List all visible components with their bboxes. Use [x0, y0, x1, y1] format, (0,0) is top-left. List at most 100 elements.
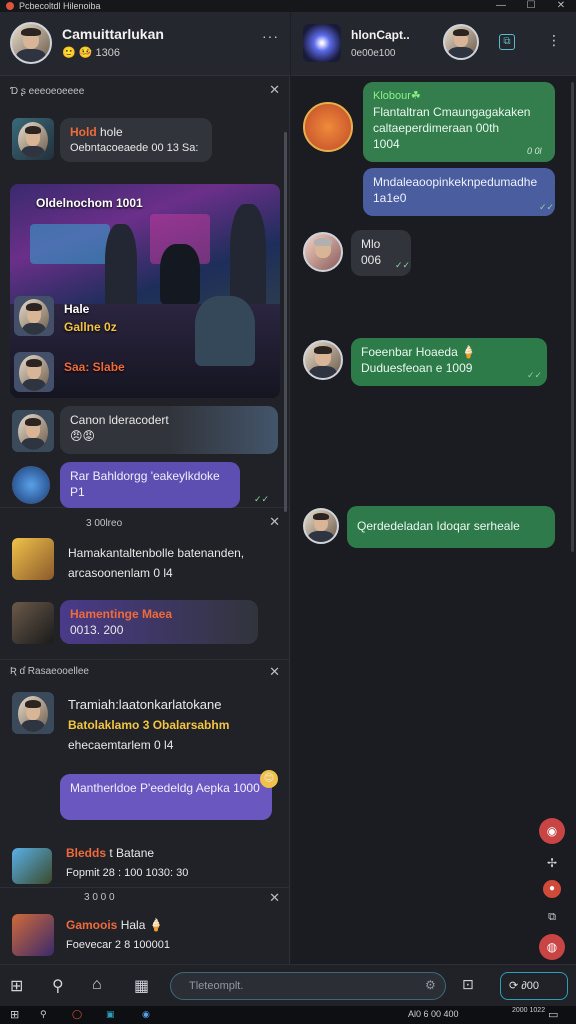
- record-icon[interactable]: ◉: [539, 818, 565, 844]
- message-text: 1004: [373, 137, 400, 151]
- attach-icon[interactable]: ⊡: [462, 976, 474, 993]
- close-icon[interactable]: ✕: [269, 664, 280, 680]
- sender-avatar[interactable]: [303, 232, 343, 272]
- message-text: Mantherldoe P'eedeldg Aepka 1000: [70, 781, 260, 795]
- message-text: Flantaltran Cmaungagakaken: [373, 105, 531, 119]
- read-receipt-icon: ✓✓: [527, 370, 543, 380]
- message-title: hole: [96, 125, 123, 139]
- chat-group-4: 3 0 0 0 ✕ Gamoois Hala 🍦 Foevecar 2 8 10…: [0, 888, 290, 964]
- media-row-name: Hale: [64, 302, 90, 316]
- group-title: 3 00lreo: [86, 518, 123, 529]
- start-icon[interactable]: ⊞: [10, 1008, 19, 1021]
- app-window: Pcbecoltdl Hilenoiba — ☐ ✕ Camuittarluka…: [0, 0, 576, 1024]
- home-icon[interactable]: ⌂: [92, 976, 102, 994]
- grid-icon[interactable]: ⊞: [10, 976, 23, 996]
- media-row-sub: Gallne 0z: [64, 320, 117, 334]
- search-icon[interactable]: ⚲: [52, 976, 64, 996]
- message-text: Oebntacoeaede 00 13 Sa:: [70, 142, 199, 154]
- close-icon[interactable]: ✕: [269, 82, 280, 98]
- settings-icon[interactable]: ⚙: [425, 978, 436, 992]
- contact-avatar[interactable]: [443, 24, 479, 60]
- avatar[interactable]: [12, 410, 54, 452]
- chat-group-3: Ʀ ɗ Rasaeooellee ✕ Tramiah:laatonkarlato…: [0, 660, 290, 888]
- scrollbar[interactable]: [571, 82, 574, 552]
- more-menu-icon[interactable]: ···: [262, 28, 279, 44]
- scrollbar[interactable]: [284, 132, 287, 512]
- message-text: Canon lderacodert: [70, 413, 169, 427]
- close-icon[interactable]: ✕: [269, 514, 280, 530]
- message-text: Foevecar 2 8 100001: [66, 939, 170, 951]
- media-caption: Oldelnochom 1001: [36, 196, 143, 210]
- message-bubble[interactable]: Hamentinge Maea 0013. 200: [60, 600, 258, 644]
- avatar[interactable]: [12, 602, 54, 644]
- group-title: Ʀ ɗ Rasaeooellee: [10, 666, 89, 677]
- profile-avatar[interactable]: [10, 22, 52, 64]
- avatar[interactable]: [12, 914, 54, 956]
- message-bubble[interactable]: Mndaleaoopinkeknpedumadhe 1a1e0: [363, 168, 555, 216]
- message-text: Mndaleaoopinkeknpedumadhe: [373, 175, 538, 189]
- close-window-button[interactable]: ✕: [546, 0, 576, 12]
- message-bubble[interactable]: Mantherldoe P'eedeldg Aepka 1000: [60, 774, 272, 820]
- message-bubble[interactable]: Rar Bahldorgg 'eakeylkdoke P1: [60, 462, 240, 508]
- message-text: Foeenbar Hoaeda 🍦: [361, 345, 477, 359]
- message-bubble[interactable]: Canon lderacodert 😠😡: [60, 406, 278, 454]
- avatar[interactable]: [12, 848, 52, 884]
- message-bubble[interactable]: Hold hole Oebntacoeaede 00 13 Sa:: [60, 118, 212, 162]
- send-label: ⟳ ∂00: [509, 980, 539, 992]
- sender-name: Bledds: [66, 846, 107, 860]
- media-row2-name: Saa: Slabe: [64, 360, 125, 374]
- message-bubble[interactable]: Foeenbar Hoaeda 🍦 Duduesfeoan e 1009: [351, 338, 547, 386]
- taskbar-search-icon[interactable]: ⚲: [40, 1009, 47, 1020]
- minimize-button[interactable]: —: [486, 0, 516, 12]
- calendar-icon[interactable]: ▦: [134, 976, 149, 996]
- profile-name: Camuittarlukan: [62, 26, 164, 42]
- pin-icon[interactable]: ✢: [541, 852, 563, 874]
- alert-icon[interactable]: ●: [543, 880, 561, 898]
- window-title: Pcbecoltdl Hilenoiba: [19, 1, 101, 11]
- conversation-pane: hlonCapt.. 0e00e100 ⧉ ⋮ Klobour☘ Flantal…: [291, 12, 576, 964]
- taskbar-app-icon[interactable]: ◯: [72, 1009, 82, 1020]
- composer-bar: ⊞ ⚲ ⌂ ▦ Tleteomplt. ⚙ ⊡ ⟳ ∂00: [0, 964, 576, 1006]
- message-title: t Batane: [106, 846, 155, 860]
- message-time: 0 0l: [527, 146, 542, 156]
- message-text: 1a1e0: [373, 191, 407, 205]
- message-input[interactable]: Tleteomplt.: [170, 972, 446, 1000]
- chat-avatar[interactable]: [303, 24, 341, 62]
- chat-subtitle: 0e00e100: [351, 48, 396, 59]
- message-bubble[interactable]: Qerdedeladan Idoqar serheale: [347, 506, 555, 548]
- message-title: Hala 🍦: [117, 918, 164, 932]
- taskbar-app-icon[interactable]: ▣: [106, 1009, 115, 1020]
- chat-list-pane: Camuittarlukan 🙂 🤒 1306 ··· Ɗ ʂ eeeoeoee…: [0, 12, 290, 964]
- copy-icon[interactable]: ⧉: [543, 908, 561, 926]
- media-card[interactable]: Oldelnochom 1001 Hale Gallne 0z Saa: Sla…: [10, 184, 280, 398]
- message-text: Fopmit 28 : 100 1030: 30: [66, 867, 189, 879]
- message-text: Rar Bahldorgg 'eakeylkdoke P1: [70, 469, 220, 499]
- sender-avatar[interactable]: [303, 508, 339, 544]
- send-button[interactable]: ⟳ ∂00: [500, 972, 568, 1000]
- left-header: Camuittarlukan 🙂 🤒 1306 ···: [0, 12, 290, 76]
- close-icon[interactable]: ✕: [269, 890, 280, 906]
- sender-avatar[interactable]: [303, 102, 353, 152]
- game-icon[interactable]: ◍: [539, 934, 565, 960]
- notification-icon[interactable]: ▭: [548, 1008, 558, 1021]
- avatar[interactable]: [12, 692, 54, 734]
- avatar[interactable]: [14, 296, 54, 336]
- avatar[interactable]: [12, 538, 54, 580]
- read-receipt-icon: ✓✓: [395, 260, 411, 270]
- message-text: ehecaemtarlem 0 l4: [68, 738, 174, 752]
- kebab-menu-icon[interactable]: ⋮: [547, 32, 562, 49]
- window-icon[interactable]: ⧉: [499, 34, 515, 50]
- maximize-button[interactable]: ☐: [516, 0, 546, 12]
- taskbar-browser-icon[interactable]: ◉: [142, 1009, 150, 1020]
- message-text: Mlo: [361, 237, 381, 251]
- sender-avatar[interactable]: [303, 340, 343, 380]
- os-taskbar: ⊞ ⚲ ◯ ▣ ◉ Al0 6 00 400 2000 1022 ▭: [0, 1006, 576, 1024]
- group-title: 3 0 0 0: [84, 892, 115, 903]
- chat-name: hlonCapt..: [351, 28, 410, 42]
- avatar[interactable]: [14, 352, 54, 392]
- reaction-icon[interactable]: 😊: [260, 770, 278, 788]
- avatar[interactable]: [12, 466, 50, 504]
- group-title: Ɗ ʂ eeeoeoeeee: [10, 86, 85, 97]
- avatar[interactable]: [12, 118, 54, 160]
- chat-group-2: 3 00lreo ✕ Hamakantaltenbolle batenanden…: [0, 508, 290, 660]
